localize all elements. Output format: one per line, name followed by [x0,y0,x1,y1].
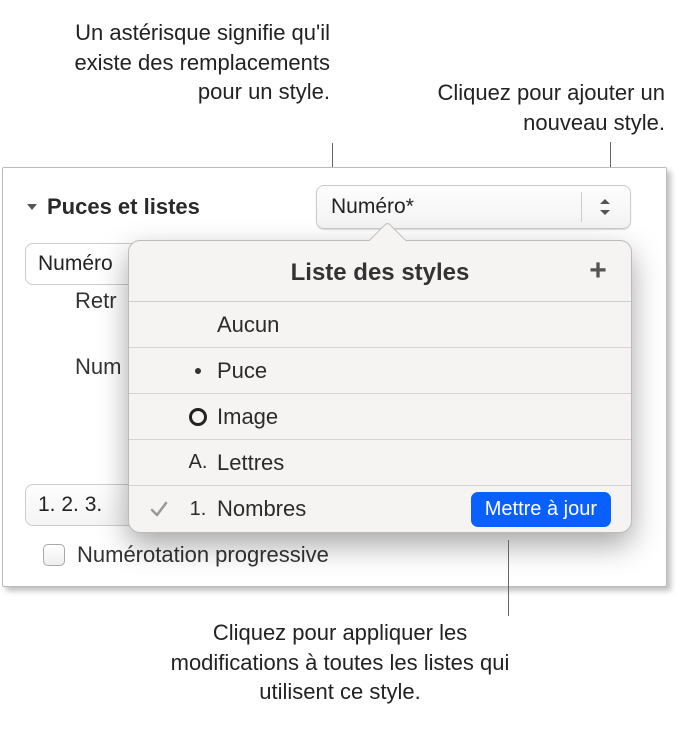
numero-field-value: Numéro [38,252,113,276]
section-title-label: Puces et listes [47,194,200,220]
ring-icon [179,408,217,426]
add-style-button[interactable]: + [583,257,613,287]
side-labels: Retr Num [75,288,121,420]
chevron-down-icon [25,200,39,214]
style-item-label: Puce [217,358,611,384]
updown-icon [596,196,614,218]
bullet-icon [179,368,217,374]
progressive-numbering-label: Numérotation progressive [77,542,329,568]
popover-title: Liste des styles [291,259,470,286]
checkmark-icon [139,499,179,519]
section-toggle[interactable]: Puces et listes [25,194,200,220]
number-format-value: 1. 2. 3. [38,493,102,517]
numbers-prefix: 1. [179,498,217,521]
retrait-label: Retr [75,288,121,314]
update-style-button[interactable]: Mettre à jour [471,492,611,527]
list-style-value: Numéro* [331,195,414,219]
callout-update: Cliquez pour appliquer les modifications… [160,618,520,707]
style-item-numbers[interactable]: 1. Nombres Mettre à jour [129,486,631,532]
style-item-bullet[interactable]: Puce [129,348,631,394]
style-item-label: Aucun [217,312,611,338]
leader-line [508,540,509,616]
style-item-label: Nombres [217,496,471,522]
style-item-letters[interactable]: A. Lettres [129,440,631,486]
callout-asterisk: Un astérisque signifie qu'il existe des … [40,18,330,107]
styles-list: Aucun Puce Image A. Lettres 1. Nombres M… [129,301,631,532]
list-styles-popover: Liste des styles + Aucun Puce Image A. L… [128,240,632,533]
list-style-select[interactable]: Numéro* [316,185,631,229]
style-item-label: Image [217,404,611,430]
separator [581,192,582,222]
letters-prefix: A. [179,451,217,474]
style-item-none[interactable]: Aucun [129,302,631,348]
style-item-image[interactable]: Image [129,394,631,440]
callout-add-style: Cliquez pour ajouter un nouveau style. [375,78,665,137]
numero-label: Num [75,354,121,380]
style-item-label: Lettres [217,450,611,476]
progressive-numbering-checkbox[interactable] [43,544,65,566]
